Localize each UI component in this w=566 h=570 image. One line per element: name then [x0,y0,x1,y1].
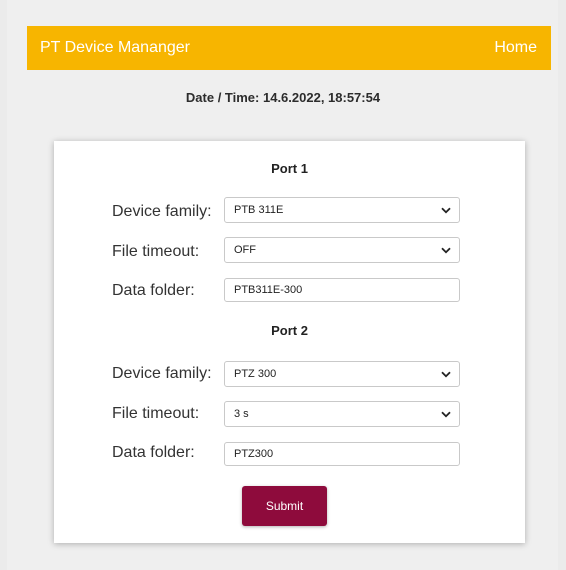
port-1-file-timeout-label: File timeout: [112,243,200,260]
port-settings-form: Port 1 Device family: PTB 311E File time… [54,141,525,543]
port-1-device-family-value: PTB 311E [234,204,284,216]
port-2-data-folder-input[interactable] [224,442,460,466]
chevron-down-icon [441,369,451,379]
submit-button[interactable]: Submit [242,486,327,526]
datetime-display: Date / Time: 14.6.2022, 18:57:54 [185,90,381,105]
port-2-file-timeout-select[interactable]: 3 s [224,401,460,427]
port-1-file-timeout-value: OFF [234,244,256,256]
app-header: PT Device Mananger Home [27,26,551,70]
port-2-device-family-label: Device family: [112,365,212,382]
port-2-file-timeout-label: File timeout: [112,405,200,422]
port-2-device-family-value: PTZ 300 [234,368,277,380]
chevron-down-icon [441,245,451,255]
port-2-title: Port 2 [271,323,308,338]
home-link[interactable]: Home [494,39,537,57]
port-1-title: Port 1 [271,161,308,176]
port-1-data-folder-input[interactable] [224,278,460,302]
chevron-down-icon [441,205,451,215]
port-2-file-timeout-value: 3 s [234,408,249,420]
chevron-down-icon [441,409,451,419]
port-2-data-folder-label: Data folder: [112,444,195,461]
port-1-device-family-label: Device family: [112,203,212,220]
port-1-file-timeout-select[interactable]: OFF [224,237,460,263]
port-1-device-family-select[interactable]: PTB 311E [224,197,460,223]
port-1-data-folder-label: Data folder: [112,282,195,299]
port-2-device-family-select[interactable]: PTZ 300 [224,361,460,387]
app-title: PT Device Mananger [40,39,190,56]
